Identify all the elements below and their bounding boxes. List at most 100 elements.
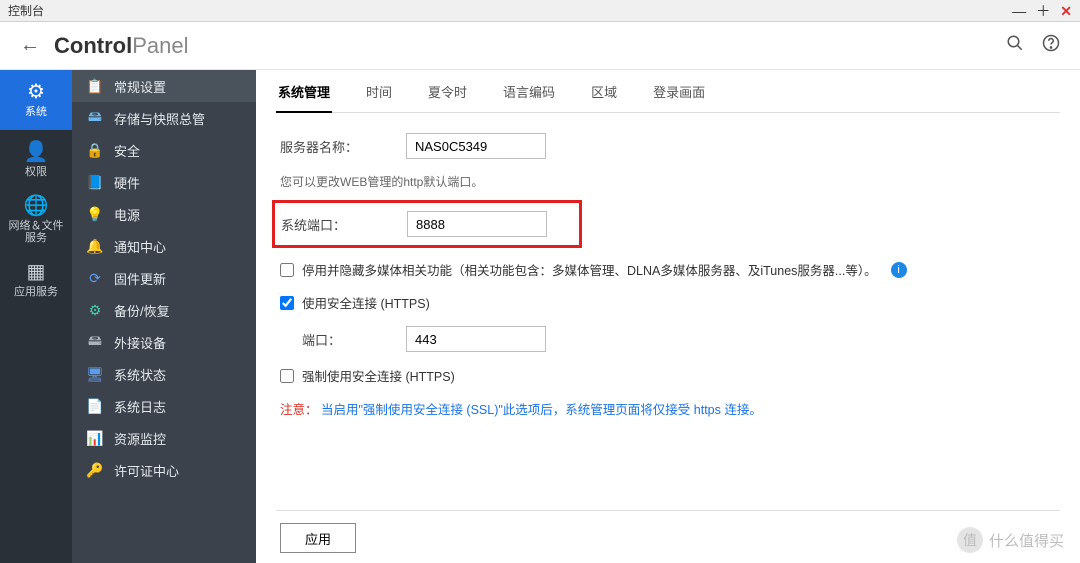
http-hint: 您可以更改WEB管理的http默认端口。 xyxy=(280,173,1056,190)
content-footer: 应用 xyxy=(276,510,1060,553)
search-icon[interactable] xyxy=(1006,34,1024,57)
sidebar-icon: 🖥 xyxy=(86,365,104,383)
content-panel: 系统管理 时间 夏令时 语言编码 区域 登录画面 服务器名称： 您可以更改WEB管理的ht… xyxy=(256,70,1080,563)
sidebar-label: 外接设备 xyxy=(114,333,166,352)
sidebar-icon: 🔒 xyxy=(86,141,104,159)
sidebar-label: 常规设置 xyxy=(114,77,166,96)
sidebar-icon: 🔑 xyxy=(86,461,104,479)
server-name-label: 服务器名称： xyxy=(280,137,406,156)
sidebar-label: 许可证中心 xyxy=(114,461,179,480)
nav-item-2[interactable]: 🌐 网络＆文件 服务 xyxy=(0,190,72,250)
nav-label: 权限 xyxy=(25,166,47,178)
sidebar-icon: 📄 xyxy=(86,397,104,415)
https-checkbox-row: 使用安全连接 (HTTPS) xyxy=(280,293,1056,312)
nav-item-1[interactable]: 👤 权限 xyxy=(0,130,72,190)
tab-bar: 系统管理 时间 夏令时 语言编码 区域 登录画面 xyxy=(276,70,1060,113)
help-icon[interactable] xyxy=(1042,34,1060,57)
notice-blue: 当启用"强制使用安全连接 (SSL)"此选项后，系统管理页面将仅接受 https… xyxy=(321,403,762,417)
apply-button[interactable]: 应用 xyxy=(280,523,356,553)
sidebar-item-7[interactable]: ⚙ 备份/恢复 xyxy=(72,294,256,326)
https-port-input[interactable] xyxy=(406,326,546,352)
multimedia-checkbox[interactable] xyxy=(280,263,294,277)
sidebar-label: 存储与快照总管 xyxy=(114,109,205,128)
window-titlebar: 控制台 — ＋ ✕ xyxy=(0,0,1080,22)
minimize-button[interactable]: — xyxy=(1012,4,1026,18)
window-title: 控制台 xyxy=(8,2,44,19)
https-checkbox-label: 使用安全连接 (HTTPS) xyxy=(302,293,430,312)
nav-item-3[interactable]: ▦ 应用服务 xyxy=(0,250,72,310)
sidebar-item-2[interactable]: 🔒 安全 xyxy=(72,134,256,166)
close-button[interactable]: ✕ xyxy=(1060,4,1072,18)
maximize-button[interactable]: ＋ xyxy=(1036,4,1050,18)
nav-icon: ▦ xyxy=(27,262,46,282)
sidebar-label: 资源监控 xyxy=(114,429,166,448)
multimedia-checkbox-label: 停用并隐藏多媒体相关功能（相关功能包含：多媒体管理、DLNA多媒体服务器、及iT… xyxy=(302,260,877,279)
nav-icon: ⚙ xyxy=(27,82,45,102)
tab-4[interactable]: 区域 xyxy=(589,82,619,112)
notice-text: 注意： 当启用"强制使用安全连接 (SSL)"此选项后，系统管理页面将仅接受 h… xyxy=(280,399,1056,418)
nav-label: 系统 xyxy=(25,106,47,118)
sidebar-icon: 📋 xyxy=(86,77,104,95)
sidebar-label: 备份/恢复 xyxy=(114,301,170,320)
nav-icon: 👤 xyxy=(24,142,49,162)
nav-icon: 🌐 xyxy=(24,196,49,216)
server-name-input[interactable] xyxy=(406,133,546,159)
sidebar-label: 系统日志 xyxy=(114,397,166,416)
sidebar-label: 安全 xyxy=(114,141,140,160)
brand-thin: Panel xyxy=(132,33,188,58)
system-port-label: 系统端口： xyxy=(281,215,407,234)
tab-0[interactable]: 系统管理 xyxy=(276,82,332,113)
sidebar-icon: 🖴 xyxy=(86,333,104,351)
sidebar-item-6[interactable]: ⟳ 固件更新 xyxy=(72,262,256,294)
tab-5[interactable]: 登录画面 xyxy=(651,82,707,112)
sidebar-icon: 📘 xyxy=(86,173,104,191)
info-icon[interactable]: i xyxy=(891,262,907,278)
sidebar-item-8[interactable]: 🖴 外接设备 xyxy=(72,326,256,358)
sidebar-icon: ⚙ xyxy=(86,301,104,319)
sidebar-item-4[interactable]: 💡电源 xyxy=(72,198,256,230)
system-port-input[interactable] xyxy=(407,211,547,237)
multimedia-checkbox-row: 停用并隐藏多媒体相关功能（相关功能包含：多媒体管理、DLNA多媒体服务器、及iT… xyxy=(280,260,1056,279)
sidebar-item-11[interactable]: 📊 资源监控 xyxy=(72,422,256,454)
sidebar-item-0[interactable]: 📋 常规设置 xyxy=(72,70,256,102)
server-name-row: 服务器名称： xyxy=(280,133,1056,159)
sidebar-item-10[interactable]: 📄 系统日志 xyxy=(72,390,256,422)
https-port-label: 端口： xyxy=(302,330,406,349)
sidebar-item-12[interactable]: 🔑 许可证中心 xyxy=(72,454,256,486)
primary-nav: ⚙ 系统 👤 权限 🌐 网络＆文件 服务 ▦ 应用服务 xyxy=(0,70,72,563)
tab-3[interactable]: 语言编码 xyxy=(501,82,557,112)
sidebar-item-3[interactable]: 📘 硬件 xyxy=(72,166,256,198)
back-button[interactable]: ← xyxy=(20,34,40,57)
sidebar-label: 硬件 xyxy=(114,173,140,192)
force-https-checkbox-label: 强制使用安全连接 (HTTPS) xyxy=(302,366,455,385)
sidebar-icon: 📊 xyxy=(86,429,104,447)
https-checkbox[interactable] xyxy=(280,296,294,310)
sidebar-label: 通知中心 xyxy=(114,237,166,256)
secondary-sidebar: 📋 常规设置 🖴 存储与快照总管 🔒 安全 📘 硬件 💡电源 🔔 通知中心 ⟳ 固件更新 ⚙ 备份/恢复 🖴 外… xyxy=(72,70,256,563)
sidebar-item-9[interactable]: 🖥 系统状态 xyxy=(72,358,256,390)
brand-title: ControlPanel xyxy=(54,33,188,59)
sidebar-label: 系统状态 xyxy=(114,365,166,384)
notice-red: 注意： xyxy=(280,403,318,417)
tab-2[interactable]: 夏令时 xyxy=(426,82,469,112)
force-https-checkbox-row: 强制使用安全连接 (HTTPS) xyxy=(280,366,1056,385)
https-port-row: 端口： xyxy=(280,326,1056,352)
settings-form: 服务器名称： 您可以更改WEB管理的http默认端口。 系统端口： 停用并隐藏多… xyxy=(276,113,1060,428)
sidebar-item-5[interactable]: 🔔 通知中心 xyxy=(72,230,256,262)
sidebar-icon: 🔔 xyxy=(86,237,104,255)
header-right xyxy=(1006,34,1060,57)
sidebar-icon: 🖴 xyxy=(86,109,104,127)
brand-bold: Control xyxy=(54,33,132,58)
tab-1[interactable]: 时间 xyxy=(364,82,394,112)
window-controls: — ＋ ✕ xyxy=(1012,4,1072,18)
sidebar-item-1[interactable]: 🖴 存储与快照总管 xyxy=(72,102,256,134)
nav-item-0[interactable]: ⚙ 系统 xyxy=(0,70,72,130)
force-https-checkbox[interactable] xyxy=(280,369,294,383)
highlighted-port-section: 系统端口： xyxy=(272,200,582,248)
sidebar-icon: 💡 xyxy=(86,205,104,223)
sidebar-icon: ⟳ xyxy=(86,269,104,287)
nav-label: 网络＆文件 服务 xyxy=(9,220,64,244)
sidebar-label: 固件更新 xyxy=(114,269,166,288)
nav-label: 应用服务 xyxy=(14,286,58,298)
main-area: ⚙ 系统 👤 权限 🌐 网络＆文件 服务 ▦ 应用服务 📋 常规设置 🖴 存储与快照总管 🔒 安全 📘 硬件… xyxy=(0,70,1080,563)
